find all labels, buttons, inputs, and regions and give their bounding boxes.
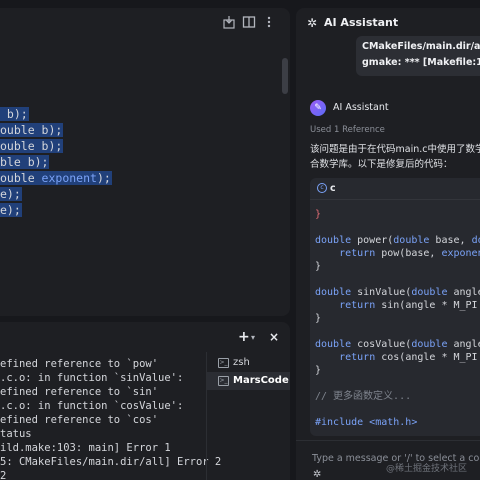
code-line-text: e); [0, 203, 22, 217]
terminal-session-label: MarsCode ... [233, 375, 290, 386]
answer-code-text: } [315, 261, 322, 272]
code-line-text: ble b); [0, 155, 50, 169]
code-line-text: ouble exponent); [0, 171, 112, 185]
user-message-line: gmake: *** [Makefile:103: all [362, 57, 480, 68]
answer-code-line: double power(double base, double [315, 234, 480, 247]
split-view-icon[interactable] [242, 15, 256, 29]
answer-code-line: return pow(base, exponent); [315, 247, 480, 260]
answer-code-line: return sin(angle * M_PI / 18 [315, 299, 480, 312]
editor-toolbar [0, 8, 290, 38]
answer-code-text: // 更多函数定义... [315, 391, 412, 402]
export-icon[interactable] [222, 15, 236, 29]
more-icon[interactable] [262, 15, 276, 29]
terminal-session-label: zsh [233, 357, 250, 368]
user-message-bubble: CMakeFiles/main.dir/all] Error gmake: **… [356, 36, 480, 76]
answer-code-text: #include <math.h> [315, 417, 418, 428]
assistant-name: AI Assistant [333, 102, 389, 113]
answer-code-text: } [315, 209, 322, 220]
answer-code-text: return cos(angle * M_PI / 18 [339, 352, 478, 363]
answer-code-line: } [315, 208, 321, 221]
answer-code-text: double sinValue(double angle) { [315, 287, 480, 298]
code-line[interactable]: e); [0, 202, 22, 218]
code-line-text: b); [0, 107, 29, 121]
code-line-text: e); [0, 187, 22, 201]
terminal-line: 2 [0, 470, 7, 480]
answer-code-text: return sin(angle * M_PI / 18 [339, 300, 478, 311]
answer-code-line: double sinValue(double angle) { [315, 286, 480, 299]
answer-code-block: c c } double power(double base, double re… [310, 178, 480, 436]
terminal-line: 5: CMakeFiles/main.dir/all] Error 2 [0, 456, 222, 468]
terminal-icon: >_ [218, 358, 229, 368]
code-line[interactable]: e); [0, 186, 22, 202]
new-terminal-button[interactable]: + [238, 330, 250, 344]
code-line-text: ouble b); [0, 123, 64, 137]
answer-code-line: // 更多函数定义... [315, 390, 411, 403]
answer-code-line: } [315, 312, 321, 325]
answer-code-line: } [315, 364, 321, 377]
panel-title: AI Assistant [324, 16, 399, 29]
assistant-avatar-icon: ✎ [310, 100, 326, 116]
ai-sparkle-icon: ✲ [307, 16, 318, 30]
ai-assistant-panel: ✲ AI Assistant CMakeFiles/main.dir/all] … [296, 8, 480, 480]
code-line[interactable]: b); [0, 106, 29, 122]
user-message-line: CMakeFiles/main.dir/all] Error [362, 41, 480, 52]
terminal-session-item[interactable]: >_ MarsCode ... [207, 372, 290, 390]
terminal-panel[interactable]: + ▾ × efined reference to `pow' .c.o: in … [0, 322, 290, 480]
c-language-icon: c [317, 183, 327, 193]
answer-code-line: } [315, 260, 321, 273]
answer-code-text: return pow(base, exponent); [339, 248, 480, 259]
code-line[interactable]: ouble exponent); [0, 170, 112, 186]
answer-code-text: } [315, 313, 322, 324]
code-block-header: c c [310, 178, 480, 200]
code-line[interactable]: ouble b); [0, 122, 64, 138]
answer-text-line: 合数学库。以下是修复后的代码： [310, 159, 453, 170]
code-line[interactable]: ouble b); [0, 138, 64, 154]
code-line-text: ouble b); [0, 139, 64, 153]
answer-text-line: 该问题是由于在代码main.c中使用了数学函 [310, 144, 480, 155]
ai-sparkle-icon[interactable]: ✲ [313, 469, 321, 480]
answer-code-text: double power(double base, double [315, 235, 480, 246]
code-language-label: c [330, 183, 336, 194]
code-line[interactable]: ble b); [0, 154, 50, 170]
reference-count-link[interactable]: Used 1 Reference [310, 124, 385, 136]
answer-code-text: double cosValue(double angle) { [315, 339, 480, 350]
code-editor[interactable]: b); ouble b); ouble b); ble b); ouble expone… [0, 8, 290, 316]
answer-code-line: return cos(angle * M_PI / 18 [315, 351, 480, 364]
answer-code-text: } [315, 365, 322, 376]
answer-code-line: #include <math.h> [315, 416, 417, 429]
terminal-session-list: >_ zsh >_ MarsCode ... [206, 352, 290, 480]
close-terminal-button[interactable]: × [269, 330, 279, 344]
editor-scrollbar[interactable] [282, 58, 288, 94]
watermark: @稀土掘金技术社区 [386, 464, 468, 474]
terminal-icon: >_ [218, 376, 229, 386]
answer-code-line: double cosValue(double angle) { [315, 338, 480, 351]
terminal-session-item[interactable]: >_ zsh [207, 354, 290, 372]
chevron-down-icon[interactable]: ▾ [251, 331, 255, 345]
